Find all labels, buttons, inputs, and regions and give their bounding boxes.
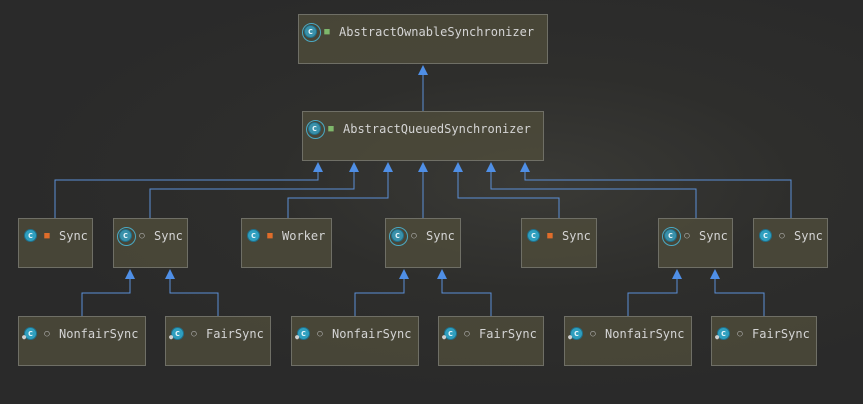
package-private-icon: ○	[464, 329, 470, 339]
node-sync-3[interactable]: c ○ Sync	[385, 218, 461, 268]
package-private-icon: ○	[317, 329, 323, 339]
abstract-class-icon: c	[302, 23, 321, 42]
class-icon: c ●	[715, 327, 730, 341]
package-private-icon: ○	[411, 231, 417, 241]
node-label: AbstractQueuedSynchronizer	[343, 122, 531, 136]
node-nonfair-sync-2[interactable]: c ● ○ NonfairSync	[291, 316, 419, 366]
package-private-icon: ○	[684, 231, 690, 241]
edge-line-s1-aqs	[54, 172, 319, 218]
node-label: FairSync	[206, 327, 264, 341]
class-icon: c	[247, 229, 260, 242]
edge-arrowhead-f1-s2	[165, 269, 175, 279]
edge-arrowhead-wk-aqs	[383, 162, 393, 172]
class-icon: c ●	[568, 327, 583, 341]
edge-line-f1-s2	[169, 279, 219, 316]
edge-line-s2-aqs	[149, 172, 355, 218]
class-hierarchy-diagram: c ■ AbstractOwnableSynchronizer c ■ Abst…	[0, 0, 863, 404]
private-lock-icon: ■	[547, 231, 553, 241]
class-icon: c ●	[169, 327, 184, 341]
abstract-class-icon: c	[306, 120, 325, 139]
edge-arrowhead-nf2-s3	[399, 269, 409, 279]
edge-arrowhead-s3-aqs	[418, 162, 428, 172]
package-private-icon: ○	[191, 329, 197, 339]
node-fair-sync-1[interactable]: c ● ○ FairSync	[165, 316, 271, 366]
abstract-class-icon: c	[117, 227, 136, 246]
package-private-icon: ○	[139, 231, 145, 241]
node-label: FairSync	[479, 327, 537, 341]
node-nonfair-sync-1[interactable]: c ● ○ NonfairSync	[18, 316, 146, 366]
node-fair-sync-2[interactable]: c ● ○ FairSync	[438, 316, 544, 366]
class-icon: c	[527, 229, 540, 242]
package-private-icon: ○	[590, 329, 596, 339]
package-private-icon: ○	[737, 329, 743, 339]
node-sync-1[interactable]: c ■ Sync	[18, 218, 93, 268]
node-label: Sync	[59, 229, 88, 243]
node-label: Sync	[699, 229, 728, 243]
edge-line-s6-aqs	[524, 172, 792, 218]
package-private-icon: ○	[44, 329, 50, 339]
edge-arrowhead-s2-aqs	[349, 162, 359, 172]
class-icon: c ●	[442, 327, 457, 341]
private-lock-icon: ■	[44, 231, 50, 241]
edge-arrowhead-s1-aqs	[313, 162, 323, 172]
edge-arrowhead-aqs-aos	[418, 65, 428, 75]
node-label: NonfairSync	[332, 327, 412, 341]
node-label: Worker	[282, 229, 326, 243]
node-label: NonfairSync	[605, 327, 685, 341]
abstract-class-icon: c	[389, 227, 408, 246]
node-label: Sync	[794, 229, 823, 243]
private-lock-icon: ■	[267, 231, 273, 241]
edge-arrowhead-nf3-s5	[672, 269, 682, 279]
node-label: AbstractOwnableSynchronizer	[339, 25, 535, 39]
edge-arrowhead-nf1-s2	[125, 269, 135, 279]
edge-line-nf3-s5	[627, 279, 678, 316]
node-label: NonfairSync	[59, 327, 139, 341]
edge-line-s4-aqs	[457, 172, 560, 218]
class-icon: c ●	[22, 327, 37, 341]
node-sync-5[interactable]: c ○ Sync	[658, 218, 733, 268]
public-modifier-icon: ■	[324, 27, 330, 37]
node-label: Sync	[426, 229, 455, 243]
node-sync-2[interactable]: c ○ Sync	[113, 218, 188, 268]
edge-line-wk-aqs	[287, 172, 389, 218]
edge-line-nf2-s3	[354, 279, 405, 316]
edge-line-f2-s3	[441, 279, 492, 316]
node-abstract-ownable-synchronizer[interactable]: c ■ AbstractOwnableSynchronizer	[298, 14, 548, 64]
package-private-icon: ○	[779, 231, 785, 241]
edge-line-f3-s5	[714, 279, 765, 316]
node-worker[interactable]: c ■ Worker	[241, 218, 332, 268]
class-icon: c	[24, 229, 37, 242]
node-label: FairSync	[752, 327, 810, 341]
public-modifier-icon: ■	[328, 124, 334, 134]
node-fair-sync-3[interactable]: c ● ○ FairSync	[711, 316, 817, 366]
edge-arrowhead-s5-aqs	[486, 162, 496, 172]
node-sync-6[interactable]: c ○ Sync	[753, 218, 828, 268]
abstract-class-icon: c	[662, 227, 681, 246]
node-sync-4[interactable]: c ■ Sync	[521, 218, 597, 268]
class-icon: c ●	[295, 327, 310, 341]
node-label: Sync	[154, 229, 183, 243]
edge-line-s5-aqs	[490, 172, 697, 218]
edge-arrowhead-s6-aqs	[520, 162, 530, 172]
class-icon: c	[759, 229, 772, 242]
edge-line-nf1-s2	[81, 279, 131, 316]
node-label: Sync	[562, 229, 591, 243]
node-abstract-queued-synchronizer[interactable]: c ■ AbstractQueuedSynchronizer	[302, 111, 544, 161]
edge-arrowhead-s4-aqs	[453, 162, 463, 172]
edge-arrowhead-f2-s3	[437, 269, 447, 279]
edge-arrowhead-f3-s5	[710, 269, 720, 279]
node-nonfair-sync-3[interactable]: c ● ○ NonfairSync	[564, 316, 692, 366]
